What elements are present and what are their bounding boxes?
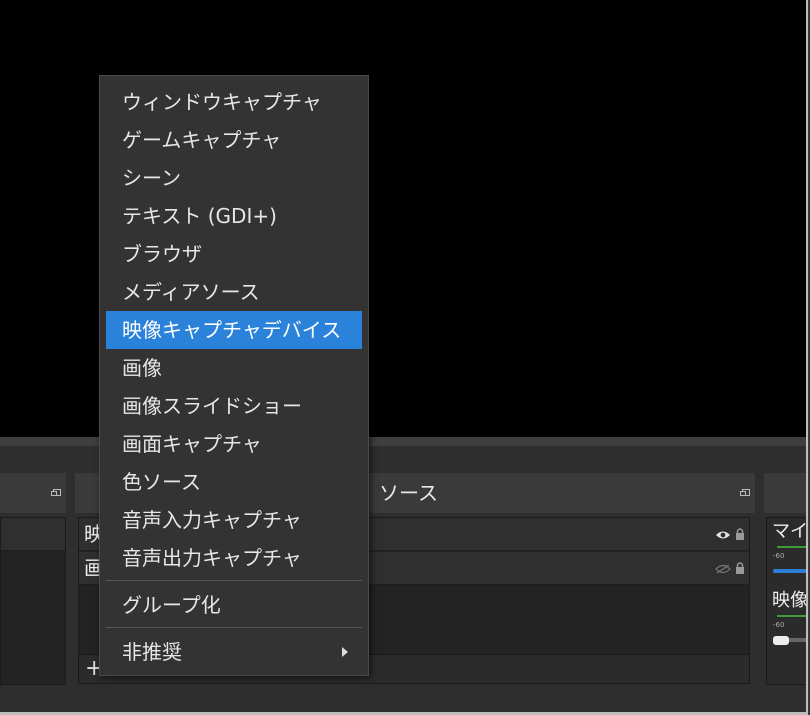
menu-item-image-slideshow[interactable]: 画像スライドショー bbox=[106, 387, 362, 425]
fader-knob[interactable] bbox=[773, 636, 789, 645]
menu-item-media-source[interactable]: メディアソース bbox=[106, 273, 362, 311]
menu-item-window-capture[interactable]: ウィンドウキャプチャ bbox=[106, 83, 362, 121]
eye-hidden-icon[interactable] bbox=[715, 564, 731, 574]
scenes-list[interactable] bbox=[0, 517, 66, 685]
menu-item-deprecated-label: 非推奨 bbox=[122, 640, 182, 664]
scenes-dock-title bbox=[0, 473, 66, 513]
mixer-channel-label: 映像 bbox=[772, 590, 808, 611]
float-dock-icon[interactable] bbox=[740, 489, 750, 496]
lock-icon[interactable] bbox=[735, 562, 745, 574]
menu-item-group[interactable]: グループ化 bbox=[106, 586, 362, 624]
mixer-dock-title bbox=[764, 473, 806, 513]
menu-item-browser[interactable]: ブラウザ bbox=[106, 235, 362, 273]
volume-fader[interactable] bbox=[773, 569, 806, 573]
mixer-channel-label: マイク bbox=[772, 521, 808, 542]
volume-meter bbox=[777, 615, 806, 617]
menu-separator bbox=[106, 580, 362, 581]
menu-item-display-capture[interactable]: 画面キャプチャ bbox=[106, 425, 362, 463]
menu-item-video-capture-device[interactable]: 映像キャプチャデバイス bbox=[106, 311, 362, 349]
menu-item-scene[interactable]: シーン bbox=[106, 159, 362, 197]
submenu-arrow-icon bbox=[342, 647, 348, 657]
audio-mixer: マイク -60 映像 -60 bbox=[766, 517, 808, 685]
lock-icon[interactable] bbox=[735, 528, 745, 540]
float-dock-icon[interactable] bbox=[51, 489, 61, 496]
menu-item-image[interactable]: 画像 bbox=[106, 349, 362, 387]
db-scale-label: -60 bbox=[773, 621, 785, 629]
obs-window: ソース 映 画 + マイ -60 映像 -60 ウィンドウキャプチャ ゲームキャ… bbox=[0, 0, 808, 715]
menu-item-audio-output-capture[interactable]: 音声出力キャプチャ bbox=[106, 539, 362, 577]
menu-item-audio-input-capture[interactable]: 音声入力キャプチャ bbox=[106, 501, 362, 539]
add-source-context-menu: ウィンドウキャプチャ ゲームキャプチャ シーン テキスト (GDI+) ブラウザ… bbox=[99, 75, 369, 676]
menu-item-game-capture[interactable]: ゲームキャプチャ bbox=[106, 121, 362, 159]
volume-meter bbox=[777, 546, 806, 548]
menu-item-color-source[interactable]: 色ソース bbox=[106, 463, 362, 501]
menu-item-deprecated[interactable]: 非推奨 bbox=[106, 633, 362, 671]
eye-icon[interactable] bbox=[715, 530, 731, 540]
scene-row[interactable] bbox=[1, 518, 65, 551]
db-scale-label: -60 bbox=[773, 552, 785, 560]
sources-dock-title-text: ソース bbox=[379, 481, 438, 505]
menu-item-text-gdi[interactable]: テキスト (GDI+) bbox=[106, 197, 362, 235]
menu-separator bbox=[106, 627, 362, 628]
